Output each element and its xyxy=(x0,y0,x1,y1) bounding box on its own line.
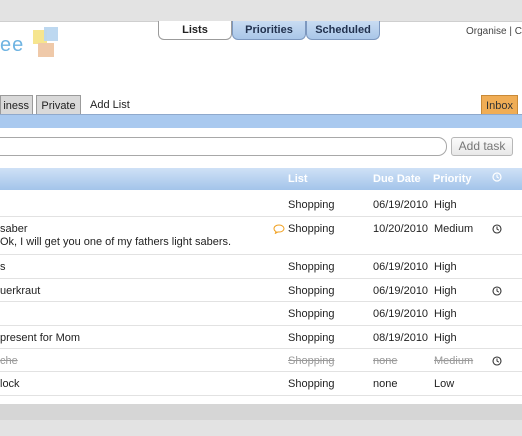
task-priority: Medium xyxy=(434,355,474,367)
list-tabs: iness Private Add List Inbox xyxy=(0,95,522,115)
task-title[interactable]: present for Mom xyxy=(0,332,80,344)
column-priority[interactable]: Priority xyxy=(433,173,472,185)
task-note: Ok, I will get you one of my fathers lig… xyxy=(0,236,232,248)
tab-lists[interactable]: Lists xyxy=(158,21,232,40)
task-due-date: 06/19/2010 xyxy=(373,285,429,297)
logo-square-peach xyxy=(38,43,54,57)
organise-link[interactable]: Organise | C xyxy=(466,26,522,37)
clock-icon[interactable] xyxy=(492,286,502,299)
table-header: List Due Date Priority xyxy=(0,168,522,190)
task-title[interactable]: lock xyxy=(0,378,20,390)
task-priority: High xyxy=(434,332,457,344)
table-row[interactable]: Shopping 06/19/2010 High xyxy=(0,193,522,217)
table-row[interactable]: s Shopping 06/19/2010 High xyxy=(0,255,522,279)
task-due-date: 10/20/2010 xyxy=(373,223,429,235)
view-tabs: Lists Priorities Scheduled xyxy=(158,21,380,40)
logo-text: ee xyxy=(0,34,25,56)
task-list: Shopping xyxy=(288,223,335,235)
task-priority: High xyxy=(434,308,457,320)
task-due-date: 06/19/2010 xyxy=(373,261,429,273)
table-row[interactable]: uerkraut Shopping 06/19/2010 High xyxy=(0,279,522,302)
task-list: Shopping xyxy=(288,199,335,211)
task-priority: High xyxy=(434,261,457,273)
table-row[interactable]: Shopping 06/19/2010 High xyxy=(0,302,522,326)
task-due-date: 06/19/2010 xyxy=(373,199,429,211)
column-due-date[interactable]: Due Date xyxy=(373,173,421,185)
add-list-link[interactable]: Add List xyxy=(90,95,150,115)
task-title[interactable]: che xyxy=(0,355,18,367)
column-list[interactable]: List xyxy=(288,173,308,185)
task-title[interactable]: uerkraut xyxy=(0,285,40,297)
task-list: Shopping xyxy=(288,355,335,367)
task-list: Shopping xyxy=(288,308,335,320)
task-priority: Low xyxy=(434,378,455,390)
task-due-date: 06/19/2010 xyxy=(373,308,429,320)
table-row[interactable]: present for Mom Shopping 08/19/2010 High xyxy=(0,326,522,349)
tab-scheduled[interactable]: Scheduled xyxy=(306,21,380,40)
bottom-bar-inner xyxy=(0,404,522,420)
logo-square-blue xyxy=(44,27,58,41)
table-row[interactable]: che Shopping none Medium xyxy=(0,349,522,372)
task-due-date: none xyxy=(373,355,398,367)
speech-bubble-icon[interactable] xyxy=(273,224,285,234)
task-title[interactable]: s xyxy=(0,261,6,273)
clock-icon[interactable] xyxy=(492,224,502,237)
task-priority: Medium xyxy=(434,223,474,235)
list-tab-business[interactable]: iness xyxy=(0,95,33,115)
tab-priorities[interactable]: Priorities xyxy=(232,21,306,40)
task-list: Shopping xyxy=(288,332,335,344)
bottom-bar xyxy=(0,404,522,436)
list-tab-private[interactable]: Private xyxy=(36,95,81,115)
top-bar xyxy=(0,0,522,22)
list-tab-inbox[interactable]: Inbox xyxy=(481,95,518,115)
task-due-date: none xyxy=(373,378,398,390)
table-row[interactable]: lock Shopping none Low xyxy=(0,372,522,396)
table-row[interactable]: saber Ok, I will get you one of my father… xyxy=(0,217,522,255)
task-title[interactable]: saber xyxy=(0,223,28,235)
add-task-button[interactable]: Add task xyxy=(451,137,513,156)
task-list: Shopping xyxy=(288,261,335,273)
task-priority: High xyxy=(434,285,457,297)
list-header-band xyxy=(0,115,522,128)
task-list: Shopping xyxy=(288,285,335,297)
task-due-date: 08/19/2010 xyxy=(373,332,429,344)
column-clock-icon[interactable] xyxy=(492,172,502,185)
task-list: Shopping xyxy=(288,378,335,390)
add-task-input[interactable] xyxy=(0,137,447,156)
task-priority: High xyxy=(434,199,457,211)
clock-icon[interactable] xyxy=(492,356,502,369)
